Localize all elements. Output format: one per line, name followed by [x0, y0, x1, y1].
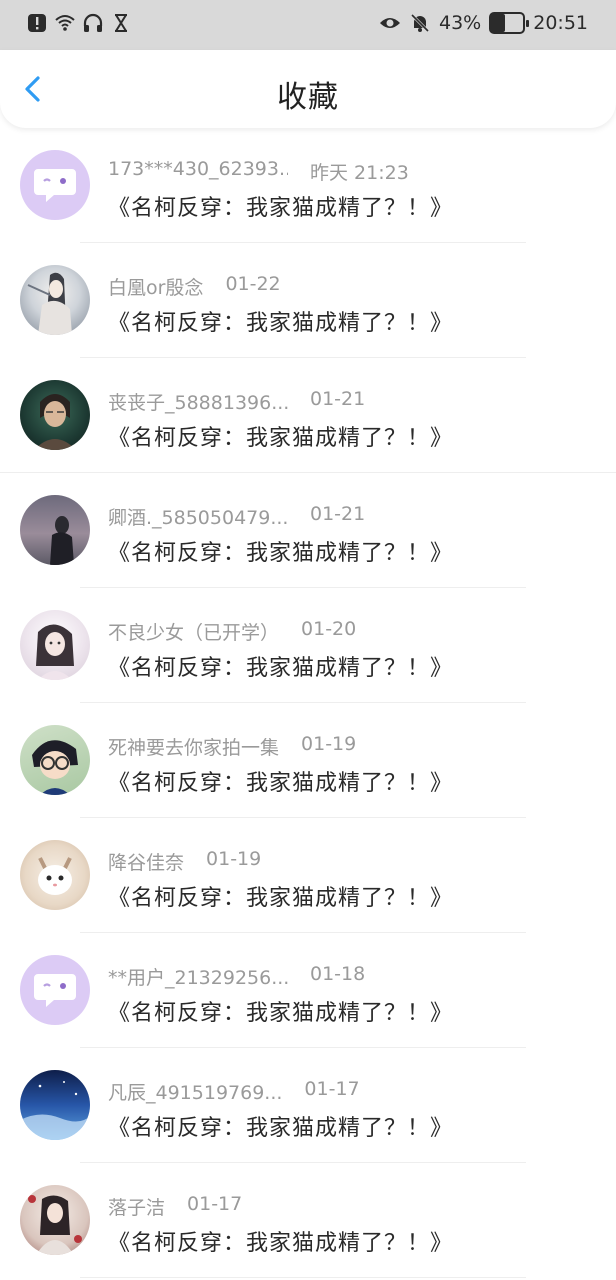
app-header: 收藏	[0, 50, 616, 128]
item-meta: 173***430_62393... 昨天 21:23	[108, 158, 409, 185]
page-title: 收藏	[277, 80, 339, 115]
alert-icon	[28, 14, 46, 32]
avatar[interactable]	[20, 840, 90, 910]
item-meta: 凡辰_491519769... 01-17	[108, 1078, 360, 1105]
item-date: 01-17	[304, 1078, 360, 1100]
avatar[interactable]	[20, 265, 90, 335]
user-name: 不良少女（已开学）	[108, 622, 280, 644]
favorites-list: 173***430_62393... 昨天 21:23 《名柯反穿：我家猫成精了…	[0, 128, 616, 1278]
item-meta: 死神要去你家拍一集 01-19	[108, 733, 356, 760]
item-meta: 白凰or殷念 01-22	[108, 273, 281, 300]
status-bar: 43% 20:51	[0, 0, 616, 50]
hourglass-icon	[115, 14, 127, 32]
user-name: 死神要去你家拍一集	[108, 737, 280, 759]
book-title: 《名柯反穿：我家猫成精了？！》	[108, 886, 454, 911]
list-item[interactable]: 丧丧子_58881396... 01-21 《名柯反穿：我家猫成精了？！》	[0, 358, 616, 473]
chat-bubble-icon	[34, 974, 76, 1007]
status-left-icons	[26, 12, 132, 34]
eye-icon	[380, 18, 400, 28]
item-meta: 丧丧子_58881396... 01-21	[108, 388, 365, 415]
item-meta: 不良少女（已开学） 01-20	[108, 618, 356, 645]
clock: 20:51	[533, 12, 588, 34]
user-name: 落子洁	[108, 1197, 166, 1219]
book-title: 《名柯反穿：我家猫成精了？！》	[108, 541, 454, 566]
item-date: 01-19	[301, 733, 357, 755]
list-item[interactable]: 卿酒._585050479... 01-21 《名柯反穿：我家猫成精了？！》	[0, 473, 616, 588]
user-name: 丧丧子_58881396...	[108, 392, 288, 414]
book-title: 《名柯反穿：我家猫成精了？！》	[108, 311, 454, 336]
list-item[interactable]: 降谷佳奈 01-19 《名柯反穿：我家猫成精了？！》	[0, 818, 616, 933]
status-right: 43% 20:51	[379, 12, 588, 34]
item-date: 01-19	[206, 848, 262, 870]
item-date: 01-17	[187, 1193, 243, 1215]
avatar[interactable]	[20, 495, 90, 565]
avatar[interactable]	[20, 610, 90, 680]
book-title: 《名柯反穿：我家猫成精了？！》	[108, 1001, 454, 1026]
user-name: 凡辰_491519769...	[108, 1082, 283, 1104]
list-item[interactable]: 白凰or殷念 01-22 《名柯反穿：我家猫成精了？！》	[0, 243, 616, 358]
avatar[interactable]	[20, 380, 90, 450]
item-meta: 落子洁 01-17	[108, 1193, 242, 1220]
book-title: 《名柯反穿：我家猫成精了？！》	[108, 656, 454, 681]
avatar[interactable]	[20, 150, 90, 220]
wifi-icon	[55, 15, 75, 31]
item-meta: 降谷佳奈 01-19	[108, 848, 261, 875]
user-name: 卿酒._585050479...	[108, 507, 288, 529]
headphones-icon	[83, 13, 103, 32]
list-item[interactable]: 死神要去你家拍一集 01-19 《名柯反穿：我家猫成精了？！》	[0, 703, 616, 818]
avatar[interactable]	[20, 1185, 90, 1255]
item-date: 昨天 21:23	[310, 162, 409, 184]
battery-icon	[489, 12, 530, 34]
avatar[interactable]	[20, 725, 90, 795]
item-meta: 卿酒._585050479... 01-21	[108, 503, 365, 530]
divider	[80, 1277, 526, 1278]
list-item[interactable]: 凡辰_491519769... 01-17 《名柯反穿：我家猫成精了？！》	[0, 1048, 616, 1163]
user-name: 173***430_62393...	[108, 158, 288, 180]
book-title: 《名柯反穿：我家猫成精了？！》	[108, 196, 454, 221]
item-date: 01-18	[310, 963, 366, 985]
item-date: 01-20	[301, 618, 357, 640]
list-item[interactable]: **用户_21329256... 01-18 《名柯反穿：我家猫成精了？！》	[0, 933, 616, 1048]
book-title: 《名柯反穿：我家猫成精了？！》	[108, 771, 454, 796]
list-item[interactable]: 173***430_62393... 昨天 21:23 《名柯反穿：我家猫成精了…	[0, 128, 616, 243]
user-name: **用户_21329256...	[108, 967, 288, 989]
item-date: 01-21	[310, 388, 366, 410]
battery-percent: 43%	[439, 12, 482, 34]
item-date: 01-21	[310, 503, 366, 525]
list-item[interactable]: 不良少女（已开学） 01-20 《名柯反穿：我家猫成精了？！》	[0, 588, 616, 703]
bell-off-icon	[410, 13, 430, 33]
user-name: 降谷佳奈	[108, 852, 185, 874]
list-item[interactable]: 落子洁 01-17 《名柯反穿：我家猫成精了？！》	[0, 1163, 616, 1278]
item-date: 01-22	[225, 273, 281, 295]
book-title: 《名柯反穿：我家猫成精了？！》	[108, 426, 454, 451]
avatar[interactable]	[20, 1070, 90, 1140]
book-title: 《名柯反穿：我家猫成精了？！》	[108, 1116, 454, 1141]
item-meta: **用户_21329256... 01-18	[108, 963, 365, 990]
book-title: 《名柯反穿：我家猫成精了？！》	[108, 1231, 454, 1256]
chat-bubble-icon	[34, 169, 76, 202]
avatar[interactable]	[20, 955, 90, 1025]
user-name: 白凰or殷念	[108, 277, 204, 299]
